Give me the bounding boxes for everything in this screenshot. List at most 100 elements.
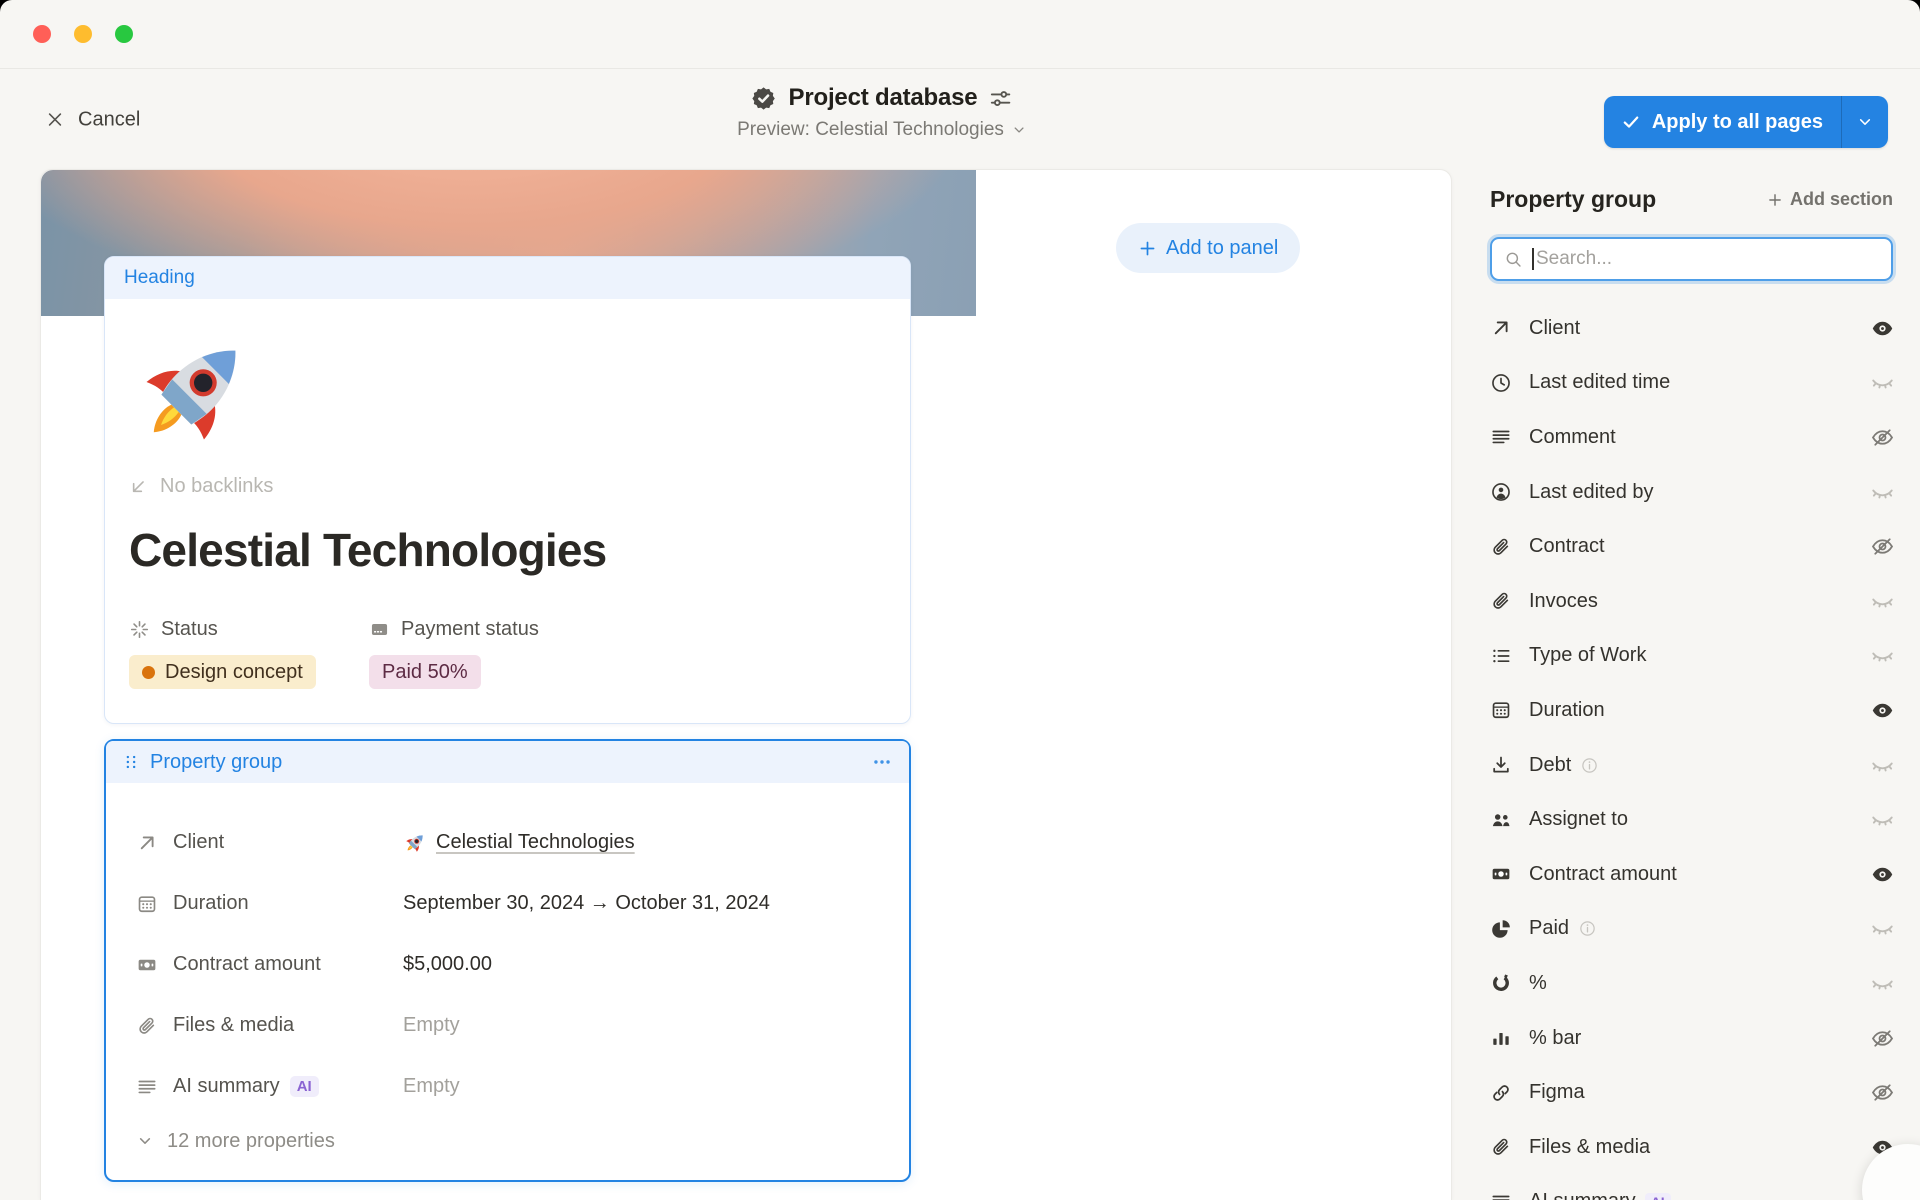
- status-pill[interactable]: Paid 50%: [369, 655, 481, 689]
- plus-icon: [1138, 239, 1157, 258]
- status-pill[interactable]: Design concept: [129, 655, 316, 689]
- calendar-icon: [1490, 699, 1512, 721]
- sidebar-property-row[interactable]: Comment: [1490, 410, 1895, 465]
- list-icon: [1490, 645, 1512, 667]
- eye-closed-icon[interactable]: [1870, 480, 1895, 505]
- chevron-down-icon: [1856, 113, 1874, 131]
- sidebar-property-row[interactable]: Assignet to: [1490, 792, 1895, 847]
- property-label: AI summary: [1529, 1190, 1636, 1200]
- eye-closed-icon[interactable]: [1870, 753, 1895, 778]
- more-properties-label: 12 more properties: [167, 1130, 335, 1153]
- sidebar-property-row[interactable]: Last edited time: [1490, 356, 1895, 411]
- eye-closed-icon[interactable]: [1870, 370, 1895, 395]
- heading-block-header[interactable]: Heading: [105, 257, 910, 299]
- eye-open-icon[interactable]: [1870, 862, 1895, 887]
- apply-to-all-pages-button[interactable]: Apply to all pages: [1604, 96, 1841, 148]
- property-row[interactable]: Files & mediaEmpty: [136, 995, 909, 1056]
- eye-closed-icon[interactable]: [1870, 589, 1895, 614]
- sidebar-property-row[interactable]: Type of Work: [1490, 629, 1895, 684]
- check-icon: [1621, 112, 1641, 132]
- apply-label: Apply to all pages: [1652, 111, 1823, 134]
- heading-block[interactable]: Heading No backlinks Celestial Technolog…: [104, 256, 911, 724]
- eye-closed-icon[interactable]: [1870, 971, 1895, 996]
- minimize-window-button[interactable]: [74, 25, 92, 43]
- sidebar-property-row[interactable]: Paid: [1490, 902, 1895, 957]
- property-row[interactable]: ClientCelestial Technologies: [136, 812, 909, 873]
- chevron-down-icon: [136, 1132, 154, 1150]
- calendar-icon: [136, 893, 158, 915]
- zoom-window-button[interactable]: [115, 25, 133, 43]
- paperclip-icon: [1490, 536, 1512, 558]
- preview-selector[interactable]: Preview: Celestial Technologies: [737, 119, 1027, 141]
- page-property: Status Design concept: [129, 616, 369, 689]
- sidebar-property-row[interactable]: Duration: [1490, 683, 1895, 738]
- sidebar-title: Property group: [1490, 186, 1656, 213]
- property-row[interactable]: AI summaryAIEmpty: [136, 1056, 909, 1117]
- sidebar-property-row[interactable]: Contract amount: [1490, 847, 1895, 902]
- sidebar-property-row[interactable]: Contract: [1490, 519, 1895, 574]
- eye-slash-icon[interactable]: [1870, 534, 1895, 559]
- add-to-panel-button[interactable]: Add to panel: [1116, 223, 1300, 273]
- backlinks-row[interactable]: No backlinks: [129, 475, 886, 498]
- sidebar-property-row[interactable]: %: [1490, 956, 1895, 1011]
- link-icon: [1490, 1082, 1512, 1104]
- clock-icon: [1490, 372, 1512, 394]
- arrow-down-left-icon: [129, 477, 148, 496]
- sidebar-property-row[interactable]: Debt: [1490, 738, 1895, 793]
- page-property: Payment statusPaid 50%: [369, 616, 539, 689]
- chevron-down-icon: [1011, 122, 1027, 138]
- sidebar-property-row[interactable]: Invoces: [1490, 574, 1895, 629]
- banknote-icon: [136, 954, 158, 976]
- property-label: Contract amount: [1529, 863, 1677, 886]
- layout-editor-window: Cancel Project database Preview: Celesti…: [0, 0, 1920, 1200]
- sidebar-property-row[interactable]: Figma: [1490, 1065, 1895, 1120]
- sidebar-property-row[interactable]: Last edited by: [1490, 465, 1895, 520]
- drag-handle-icon[interactable]: [122, 753, 140, 771]
- search-input[interactable]: [1536, 248, 1879, 270]
- add-to-panel-label: Add to panel: [1166, 237, 1278, 260]
- property-search-box[interactable]: [1490, 237, 1893, 281]
- property-label: %: [1529, 972, 1547, 995]
- property-value-text: Empty: [403, 1075, 460, 1098]
- property-group-block[interactable]: Property group ClientCelestial Technolog…: [104, 739, 911, 1182]
- property-group-header[interactable]: Property group: [106, 741, 909, 783]
- property-value[interactable]: Celestial Technologies: [403, 831, 635, 855]
- info-icon: [1580, 756, 1599, 775]
- property-value-text: Empty: [403, 1014, 460, 1037]
- more-properties-toggle[interactable]: 12 more properties: [136, 1119, 909, 1163]
- eye-closed-icon[interactable]: [1870, 643, 1895, 668]
- eye-closed-icon[interactable]: [1870, 807, 1895, 832]
- property-label: Type of Work: [1529, 644, 1646, 667]
- page-title: Celestial Technologies: [129, 522, 886, 578]
- eye-closed-icon[interactable]: [1870, 916, 1895, 941]
- eye-open-icon[interactable]: [1870, 698, 1895, 723]
- close-window-button[interactable]: [33, 25, 51, 43]
- eye-slash-icon[interactable]: [1870, 1026, 1895, 1051]
- sidebar-property-row[interactable]: Client: [1490, 301, 1895, 356]
- info-icon: [1578, 919, 1597, 938]
- property-row[interactable]: DurationSeptember 30, 2024 → October 31,…: [136, 873, 909, 934]
- apply-options-button[interactable]: [1842, 96, 1888, 148]
- property-label: Duration: [1529, 699, 1605, 722]
- eye-slash-icon[interactable]: [1870, 1080, 1895, 1105]
- more-options-icon[interactable]: [871, 751, 893, 773]
- property-label-row: Status: [129, 616, 369, 642]
- sidebar-property-row[interactable]: Files & media: [1490, 1120, 1895, 1175]
- layout-preview-panel: Heading No backlinks Celestial Technolog…: [40, 169, 1452, 1200]
- sidebar-property-row[interactable]: % bar: [1490, 1011, 1895, 1066]
- property-label: AI summary: [173, 1075, 280, 1098]
- add-section-button[interactable]: Add section: [1767, 189, 1893, 210]
- header-title-group: Project database Preview: Celestial Tech…: [737, 84, 1027, 141]
- property-row[interactable]: Contract amount$5,000.00: [136, 934, 909, 995]
- eye-open-icon[interactable]: [1870, 316, 1895, 341]
- cancel-button[interactable]: Cancel: [45, 108, 140, 131]
- cancel-label: Cancel: [78, 108, 140, 131]
- eye-slash-icon[interactable]: [1870, 425, 1895, 450]
- sliders-icon[interactable]: [988, 86, 1013, 111]
- property-label: Assignet to: [1529, 808, 1628, 831]
- page-properties-row: Status Design concept Payment statusPaid 5…: [129, 616, 886, 689]
- backlinks-label: No backlinks: [160, 475, 273, 498]
- pill-label: Design concept: [165, 661, 303, 684]
- property-row-label: AI summaryAI: [136, 1075, 403, 1098]
- sidebar-property-row[interactable]: AI summaryAI: [1490, 1175, 1895, 1200]
